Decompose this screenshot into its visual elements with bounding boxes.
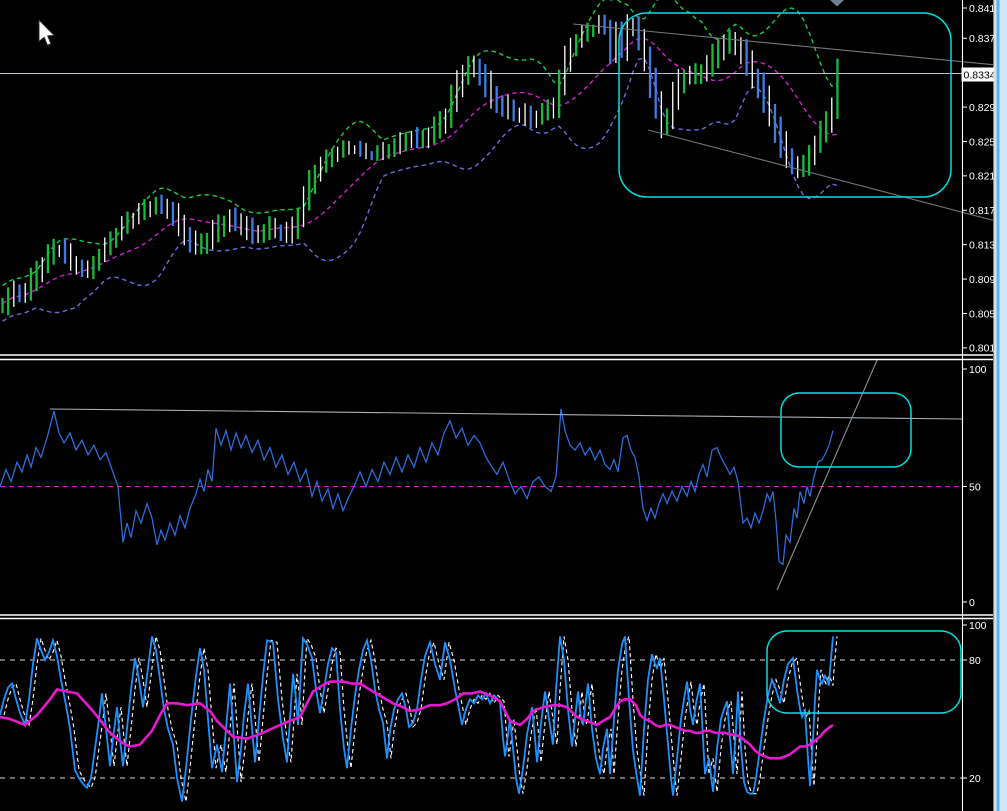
scale-label: 80 [969, 655, 981, 667]
chart-background [0, 0, 1007, 811]
scale-label: 100 [969, 620, 987, 632]
scrollbar-track [994, 0, 997, 811]
scale-label: 0 [969, 597, 975, 609]
scale-label: 50 [969, 481, 981, 493]
edge-highlight [993, 0, 995, 811]
trading-chart-window: 0.8415 0.8375 0.8295 0.8255 0.8215 0.8175 0.81… [0, 0, 1007, 811]
window-edge-scrollbar[interactable] [993, 0, 1007, 811]
chart-canvas[interactable]: 0.84150.83750.82950.82550.82150.81750.81… [0, 0, 1007, 811]
scale-label: 100 [969, 364, 987, 376]
scale-label: 20 [969, 773, 981, 785]
scrollbar-thumb[interactable] [996, 0, 1000, 811]
scrollbar-track [999, 0, 1007, 811]
current-price-label: 0.8334 [964, 70, 996, 82]
